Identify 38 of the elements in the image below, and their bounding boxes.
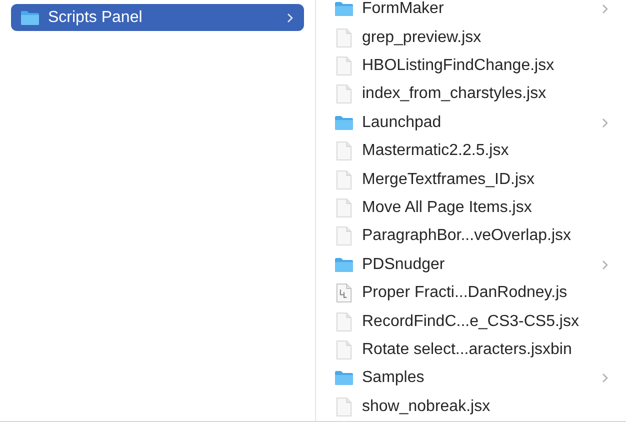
item-label: Proper Fracti...DanRodney.js — [362, 283, 568, 304]
item-label: Mastermatic2.2.5.jsx — [362, 141, 510, 162]
item-label: RecordFindC...e_CS3-CS5.jsx — [362, 312, 580, 332]
document-icon — [336, 141, 352, 162]
item-label: show_nobreak.jsx — [362, 396, 492, 417]
chevron-icon — [602, 118, 608, 128]
folder-icon — [334, 256, 354, 273]
chevron-icon — [602, 4, 608, 14]
chevron-icon — [602, 373, 608, 384]
item-label: Move All Page Items.jsx — [362, 198, 533, 218]
folder-row[interactable]: Scripts Panel — [11, 4, 304, 31]
item-label: index_from_charstyles.jsx — [362, 84, 548, 104]
document-icon — [336, 340, 352, 360]
document-icon — [336, 198, 352, 218]
folder-icon — [334, 1, 354, 18]
document-icon — [336, 28, 352, 48]
item-label: PDSnudger — [362, 254, 446, 275]
document-icon — [336, 56, 352, 76]
folder-icon — [334, 370, 354, 386]
chevron-icon — [602, 260, 608, 270]
folder-icon — [334, 114, 354, 131]
item-label: grep_preview.jsx — [362, 28, 482, 48]
item-label: ParagraphBor...veOverlap.jsx — [362, 226, 572, 246]
item-label: Rotate select...aracters.jsxbin — [362, 340, 573, 360]
document-icon — [336, 84, 352, 104]
document-icon — [336, 226, 352, 246]
document-icon — [336, 170, 352, 190]
item-label: HBOListingFindChange.jsx — [362, 56, 556, 76]
document-icon — [336, 312, 352, 332]
item-label: FormMaker — [362, 0, 445, 20]
item-label: Launchpad — [362, 112, 442, 133]
document-icon — [336, 396, 352, 417]
item-label: Scripts Panel — [48, 8, 144, 28]
item-label: MergeTextframes_ID.jsx — [362, 170, 536, 190]
folder-icon — [20, 10, 40, 26]
item-label: Samples — [362, 368, 426, 388]
script-file-icon — [336, 283, 352, 304]
chevron-icon — [287, 12, 293, 22]
